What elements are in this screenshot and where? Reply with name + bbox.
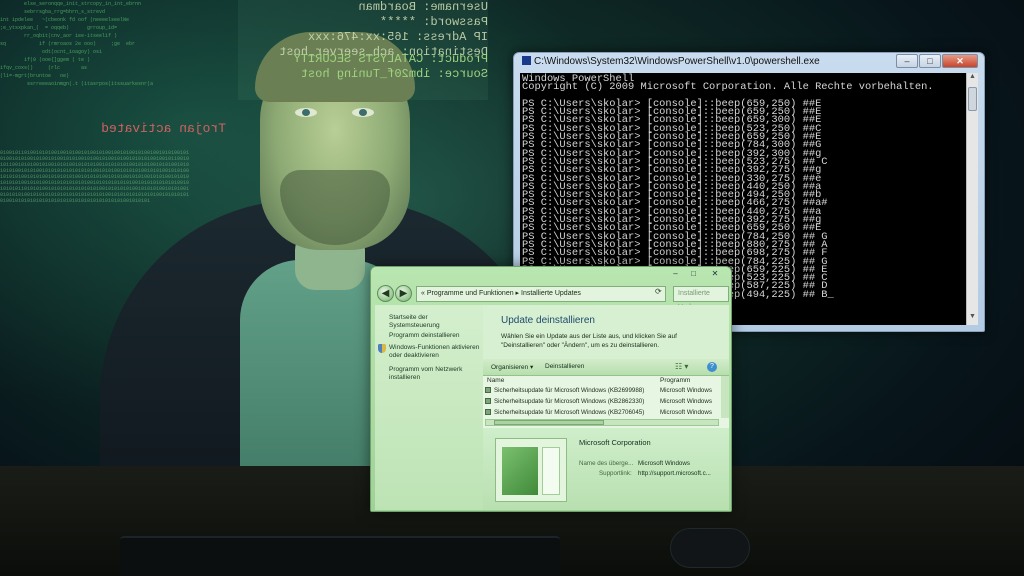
mouse xyxy=(670,528,750,568)
back-arrow-icon[interactable]: ◀ xyxy=(377,285,394,302)
support-link-value[interactable]: http://support.microsoft.c... xyxy=(638,470,724,477)
parent-name-value: Microsoft Windows xyxy=(638,460,690,467)
minimize-button[interactable]: – xyxy=(896,54,918,68)
product-text: Product: CATALYSTS SECURITY Source: ibm2… xyxy=(293,52,488,81)
scroll-thumb[interactable] xyxy=(968,87,977,111)
view-options-icon[interactable]: ☷ ▾ xyxy=(675,362,688,371)
horizontal-scrollbar[interactable] xyxy=(485,419,719,426)
column-header-program[interactable]: Programm xyxy=(660,377,690,384)
console-scrollbar[interactable]: ▲ ▼ xyxy=(966,73,978,325)
toolbar: Organisieren ▾ Deinstallieren ☷ ▾ ? xyxy=(483,359,729,376)
forward-arrow-icon[interactable]: ▶ xyxy=(395,285,412,302)
update-icon xyxy=(485,387,491,393)
page-description: Wählen Sie ein Update aus der Liste aus,… xyxy=(501,333,677,349)
link-uninstall-program[interactable]: Programm deinstallieren xyxy=(389,332,479,340)
scroll-thumb[interactable] xyxy=(494,420,604,425)
powershell-icon xyxy=(522,56,531,65)
support-link-label: Supportlink: xyxy=(599,470,632,477)
scroll-up-icon[interactable]: ▲ xyxy=(967,73,978,85)
minimize-button[interactable]: – xyxy=(667,268,684,280)
publisher-name: Microsoft Corporation xyxy=(579,438,651,447)
link-install-from-network[interactable]: Programm vom Netzwerk installieren xyxy=(389,366,481,382)
column-header-name[interactable]: Name xyxy=(487,377,504,384)
powershell-title: C:\Windows\System32\WindowsPowerShell\v1… xyxy=(534,56,820,67)
table-row[interactable]: Sicherheitsupdate für Microsoft Windows … xyxy=(485,408,719,418)
task-pane: Startseite der Systemsteuerung Programm … xyxy=(375,305,483,510)
link-windows-features[interactable]: Windows-Funktionen aktivieren oder deakt… xyxy=(389,344,481,360)
breadcrumb[interactable]: « Programme und Funktionen ▸ Installiert… xyxy=(416,286,666,302)
main-content: Update deinstallieren Wählen Sie ein Upd… xyxy=(483,305,729,510)
parent-name-label: Name des überge... xyxy=(579,460,634,467)
organize-button[interactable]: Organisieren ▾ xyxy=(491,363,533,371)
window-controls: – □ ✕ xyxy=(896,54,978,68)
link-control-panel-home[interactable]: Startseite der Systemsteuerung xyxy=(389,314,479,330)
maximize-button[interactable]: □ xyxy=(919,54,941,68)
program-icon xyxy=(495,438,567,502)
address-bar-row: ◀ ▶ « Programme und Funktionen ▸ Install… xyxy=(375,283,729,311)
right-eye xyxy=(352,108,374,117)
table-row[interactable]: Sicherheitsupdate für Microsoft Windows … xyxy=(485,386,719,396)
update-icon xyxy=(485,398,491,404)
close-button[interactable]: ✕ xyxy=(703,268,727,280)
maximize-button[interactable]: □ xyxy=(685,268,702,280)
close-button[interactable]: ✕ xyxy=(942,54,978,68)
credentials-text: Username: Boardman Password: ***** IP Ad… xyxy=(279,0,488,59)
refresh-icon[interactable]: ⟳ xyxy=(655,287,662,296)
updates-list: Name Programm Sicherheitsupdate für Micr… xyxy=(483,376,729,428)
window-controls: – □ ✕ xyxy=(667,268,727,280)
update-icon xyxy=(485,409,491,415)
table-row[interactable]: Sicherheitsupdate für Microsoft Windows … xyxy=(485,397,719,407)
uninstall-button[interactable]: Deinstallieren xyxy=(545,363,584,370)
help-icon[interactable]: ? xyxy=(707,362,717,372)
trojan-text: Trojan activated xyxy=(101,121,226,136)
code-overlay: else_seronqqe_init_strcopy_in_int_ebrnn … xyxy=(0,1,154,87)
scroll-down-icon[interactable]: ▼ xyxy=(967,313,978,325)
shield-icon xyxy=(378,344,386,353)
search-input[interactable]: Installierte Upd... xyxy=(673,286,729,311)
vertical-scrollbar[interactable] xyxy=(721,376,729,418)
keyboard xyxy=(120,536,560,576)
control-panel-window[interactable]: – □ ✕ ◀ ▶ « Programme und Funktionen ▸ I… xyxy=(370,266,732,512)
page-title: Update deinstallieren xyxy=(501,315,595,326)
details-pane: Microsoft Corporation Name des überge...… xyxy=(483,428,729,510)
left-eye xyxy=(295,108,317,117)
